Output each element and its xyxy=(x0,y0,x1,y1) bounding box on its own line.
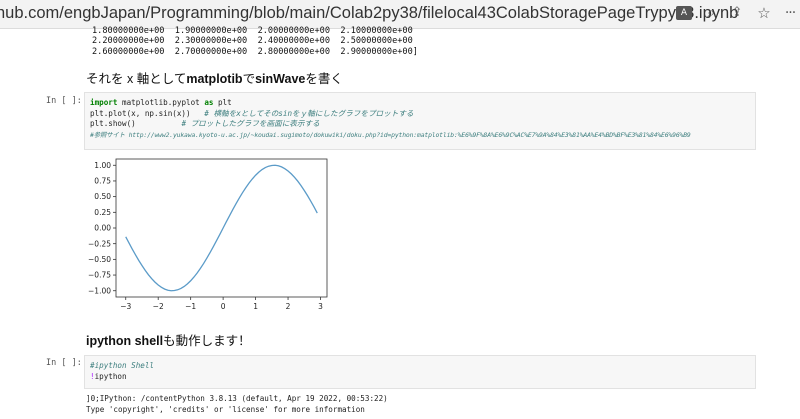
browser-address-bar: hub.com/engbJapan/Programming/blob/main/… xyxy=(0,0,800,29)
code-text: plt xyxy=(213,98,232,107)
x-tick-label: −1 xyxy=(185,302,196,311)
sin-wave-plot: −3 −2 −1 0 1 2 3 −1.00 −0.75 −0.50 −0.25 0.00 0.25 0.… xyxy=(88,158,328,311)
md-text: で xyxy=(242,72,256,86)
md-text: を書く xyxy=(305,72,343,86)
y-tick-label: −0.25 xyxy=(88,239,111,248)
cell-prompt: In [ ]: xyxy=(46,96,82,106)
keyword: import xyxy=(90,98,118,107)
output-line: 1.80000000e+00 1.90000000e+00 2.00000000… xyxy=(92,26,413,36)
md-bold: matplotib xyxy=(186,72,243,86)
code-comment: #ipython Shell xyxy=(90,361,155,370)
code-text: ipython xyxy=(94,371,127,381)
markdown-heading-sinwave: それを x 軸としてmatplotibでsinWaveを書く xyxy=(86,68,343,87)
code-line: !ipython xyxy=(90,372,127,383)
code-text: plt.plot(x, np.sin(x)) xyxy=(90,108,205,118)
code-comment: #参照サイト http://www2.yukawa.kyoto-u.ac.jp/… xyxy=(90,130,691,139)
output-line: Type 'copyright', 'credits' or 'license'… xyxy=(86,404,365,414)
output-line: 2.20000000e+00 2.30000000e+00 2.40000000… xyxy=(92,36,413,47)
code-cell-plot[interactable]: import matplotlib.pyplot as plt plt.plot… xyxy=(84,92,756,150)
markdown-heading-ipython: ipython shellも動作します！ xyxy=(86,330,251,349)
y-tick-label: 0.75 xyxy=(94,177,111,186)
x-tick-label: 2 xyxy=(286,302,291,311)
plot-frame xyxy=(115,158,328,298)
x-tick-label: −2 xyxy=(153,302,164,311)
output-line: ]0;IPython: /contentPython 3.8.13 (defau… xyxy=(86,394,388,403)
code-comment: # 横軸をxとしてそのsinをｙ軸にしたグラフをプロットする xyxy=(204,108,414,118)
code-text: plt.show() xyxy=(90,119,182,129)
md-text: それを x 軸として xyxy=(86,72,187,86)
output-line: 2.60000000e+00 2.70000000e+00 2.80000000… xyxy=(92,46,418,57)
y-tick-label: −1.00 xyxy=(88,286,111,295)
code-line: #参照サイト http://www2.yukawa.kyoto-u.ac.jp/… xyxy=(90,130,691,141)
y-tick-label: −0.50 xyxy=(88,255,111,264)
translate-icon[interactable]: A xyxy=(676,6,692,20)
md-bold: sinWave xyxy=(255,72,306,86)
share-icon[interactable]: ⇪ xyxy=(729,5,745,21)
md-bold: ipython shell xyxy=(86,334,164,348)
code-line: #ipython Shell xyxy=(90,361,154,372)
code-line: import matplotlib.pyplot as plt xyxy=(90,98,232,109)
code-cell-ipython[interactable]: #ipython Shell !ipython xyxy=(84,355,756,389)
y-tick-label: 0.25 xyxy=(94,208,111,217)
cell-prompt: In [ ]: xyxy=(46,358,82,368)
code-text: matplotlib.pyplot xyxy=(117,98,205,107)
y-tick-label: 0.50 xyxy=(94,192,111,201)
array-output: 1.80000000e+00 1.90000000e+00 2.00000000… xyxy=(92,26,418,57)
ipython-output: ]0;IPython: /contentPython 3.8.13 (defau… xyxy=(86,394,388,415)
address-url[interactable]: hub.com/engbJapan/Programming/blob/main/… xyxy=(0,4,738,23)
md-text: も動作します！ xyxy=(163,334,251,348)
favorite-star-icon[interactable]: ☆ xyxy=(756,5,772,21)
x-tick-label: 0 xyxy=(221,302,226,311)
zoom-icon[interactable]: ⌕ xyxy=(703,5,719,21)
code-line: plt.show() # プロットしたグラフを画面に表示する xyxy=(90,119,320,130)
x-tick-label: 3 xyxy=(318,302,323,311)
x-tick-label: 1 xyxy=(253,302,258,311)
y-tick-label: 1.00 xyxy=(94,161,111,170)
code-line: plt.plot(x, np.sin(x)) # 横軸をxとしてそのsinをｙ軸… xyxy=(90,109,414,120)
y-tick-label: 0.00 xyxy=(94,224,111,233)
y-tick-label: −0.75 xyxy=(88,271,111,280)
more-icon[interactable]: ··· xyxy=(782,5,798,21)
code-comment: # プロットしたグラフを画面に表示する xyxy=(181,119,320,129)
x-tick-label: −3 xyxy=(120,302,131,311)
